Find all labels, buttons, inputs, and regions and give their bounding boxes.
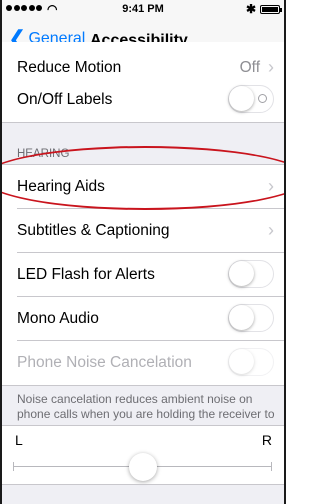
mono-audio-cell: Mono Audio <box>2 297 284 341</box>
onoff-labels-cell: On/Off Labels <box>2 78 284 122</box>
balance-slider-thumb[interactable] <box>128 453 157 481</box>
hearing-section-header: HEARING <box>17 148 70 160</box>
toggle-knob <box>229 305 254 330</box>
phone-screen: ◠ 9:41 PM ✱ ❮ General Accessibility Redu… <box>0 0 286 504</box>
mono-audio-toggle[interactable] <box>228 304 274 332</box>
led-flash-label: LED Flash for Alerts <box>17 266 155 283</box>
onoff-labels-label: On/Off Labels <box>17 91 113 108</box>
toggle-knob <box>229 86 254 111</box>
hearing-aids-cell[interactable]: Hearing Aids › <box>2 165 284 209</box>
phone-noise-cancelation-cell: Phone Noise Cancelation <box>2 341 284 385</box>
reduce-motion-label: Reduce Motion <box>17 59 122 76</box>
toggle-knob <box>229 261 254 286</box>
subtitles-captioning-cell[interactable]: Subtitles & Captioning › <box>2 209 284 253</box>
led-flash-toggle[interactable] <box>228 260 274 288</box>
status-time: 9:41 PM <box>122 3 164 15</box>
onoff-labels-toggle[interactable] <box>228 85 274 113</box>
balance-slider-cell: L R <box>2 426 284 484</box>
off-indicator-icon <box>258 94 267 103</box>
slider-tick <box>13 462 14 471</box>
hearing-aids-label: Hearing Aids <box>17 178 105 195</box>
balance-left-label: L <box>15 432 23 448</box>
chevron-right-icon: › <box>268 220 274 240</box>
battery-icon <box>260 5 282 14</box>
mono-audio-label: Mono Audio <box>17 310 99 327</box>
reduce-motion-value: Off <box>239 59 260 76</box>
chevron-right-icon: › <box>268 176 274 196</box>
subtitles-captioning-label: Subtitles & Captioning <box>17 222 170 239</box>
balance-right-label: R <box>261 432 272 448</box>
led-flash-cell: LED Flash for Alerts <box>2 253 284 297</box>
phone-noise-cancelation-toggle[interactable] <box>228 348 274 376</box>
phone-noise-cancelation-label: Phone Noise Cancelation <box>17 354 192 371</box>
slider-tick <box>271 462 272 471</box>
chevron-right-icon: › <box>268 57 274 77</box>
bluetooth-icon: ✱ <box>245 2 256 16</box>
status-bar: ◠ 9:41 PM ✱ <box>2 0 284 20</box>
toggle-knob <box>229 349 254 374</box>
